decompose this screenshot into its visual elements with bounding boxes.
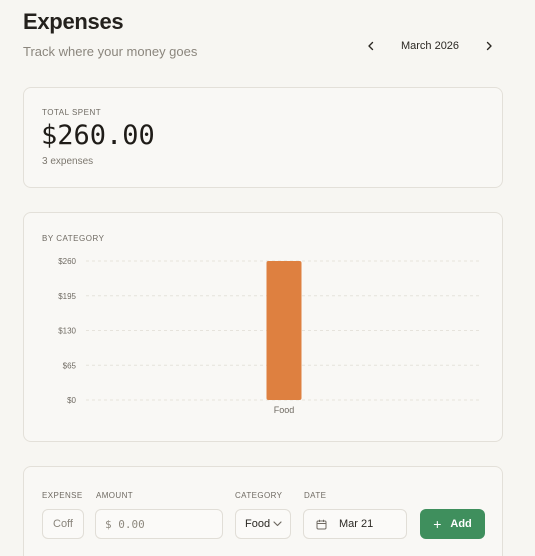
total-spent-label: TOTAL SPENT xyxy=(42,108,102,117)
category-select[interactable]: Food xyxy=(235,509,291,539)
chevron-right-icon xyxy=(486,41,492,51)
date-value: Mar 21 xyxy=(339,518,374,530)
x-category-label: Food xyxy=(274,405,295,415)
amount-input[interactable]: $ 0.00 xyxy=(95,509,223,539)
y-tick-label: $65 xyxy=(63,361,77,370)
date-field-label: DATE xyxy=(304,491,327,500)
y-tick-label: $130 xyxy=(58,327,76,336)
total-spent-card: TOTAL SPENT $260.00 3 expenses xyxy=(23,87,503,188)
plus-icon: + xyxy=(433,516,442,532)
month-navigator: March 2026 xyxy=(360,36,500,56)
category-select-value: Food xyxy=(245,518,271,530)
add-button-label: Add xyxy=(450,518,472,530)
expense-name-input[interactable]: Coff xyxy=(42,509,84,539)
chevron-down-icon xyxy=(273,521,282,527)
amount-field-label: AMOUNT xyxy=(96,491,134,500)
month-label: March 2026 xyxy=(400,40,460,52)
page-header: Expenses Track where your money goes xyxy=(23,8,197,59)
expense-count: 3 expenses xyxy=(42,156,94,167)
date-picker[interactable]: Mar 21 xyxy=(303,509,407,539)
y-tick-label: $260 xyxy=(58,257,76,266)
category-bar-chart: $260 $195 $130 $65 $0 Food xyxy=(58,257,482,415)
expense-field-label: EXPENSE xyxy=(42,491,83,500)
category-field-label: CATEGORY xyxy=(235,491,283,500)
chevron-left-icon xyxy=(368,41,374,51)
next-month-button[interactable] xyxy=(478,36,500,56)
calendar-icon xyxy=(316,519,327,529)
add-expense-button[interactable]: + Add xyxy=(420,509,485,539)
bar-food[interactable] xyxy=(266,261,302,400)
page-title: Expenses xyxy=(23,9,124,34)
total-spent-amount: $260.00 xyxy=(41,120,155,151)
add-expense-form: EXPENSE AMOUNT CATEGORY DATE Coff $ 0.00… xyxy=(23,466,503,556)
category-chart-card: BY CATEGORY $260 $195 $130 $65 $0 Food xyxy=(23,212,503,442)
y-tick-label: $0 xyxy=(67,396,76,405)
y-tick-label: $195 xyxy=(58,292,76,301)
prev-month-button[interactable] xyxy=(360,36,382,56)
page-subtitle: Track where your money goes xyxy=(23,44,198,59)
